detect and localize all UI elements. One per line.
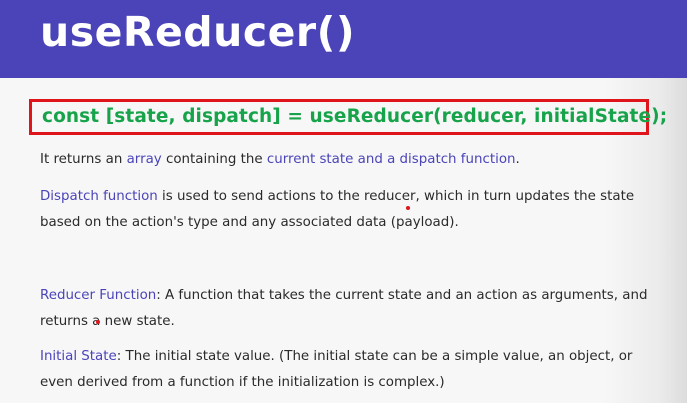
- code-snippet: const [state, dispatch] = useReducer(red…: [42, 106, 668, 127]
- paragraph-reducer: Reducer Function: A function that takes …: [40, 283, 660, 335]
- slide-title: useReducer(): [40, 8, 356, 56]
- text: It returns an: [40, 152, 127, 167]
- pointer-dot: [96, 320, 100, 324]
- highlight-current-state: current state and a dispatch function: [266, 152, 516, 167]
- paragraph-initial-state: Initial State: The initial state value. …: [40, 344, 660, 396]
- highlight-initial-state: Initial State: [40, 349, 117, 364]
- paragraph-dispatch: Dispatch function is used to send action…: [40, 184, 660, 236]
- highlight-reducer-function: Reducer Function: [40, 288, 157, 303]
- text: containing the: [161, 152, 267, 167]
- text: .: [515, 152, 520, 167]
- title-bar: useReducer(): [0, 0, 687, 78]
- text: : The initial state value. (The initial …: [40, 349, 633, 390]
- highlight-array: array: [126, 152, 162, 167]
- paragraph-returns: It returns an array containing the curre…: [40, 147, 660, 173]
- pointer-dot: [406, 206, 410, 210]
- code-highlight-box: const [state, dispatch] = useReducer(red…: [29, 99, 667, 135]
- highlight-dispatch-function: Dispatch function: [40, 189, 158, 204]
